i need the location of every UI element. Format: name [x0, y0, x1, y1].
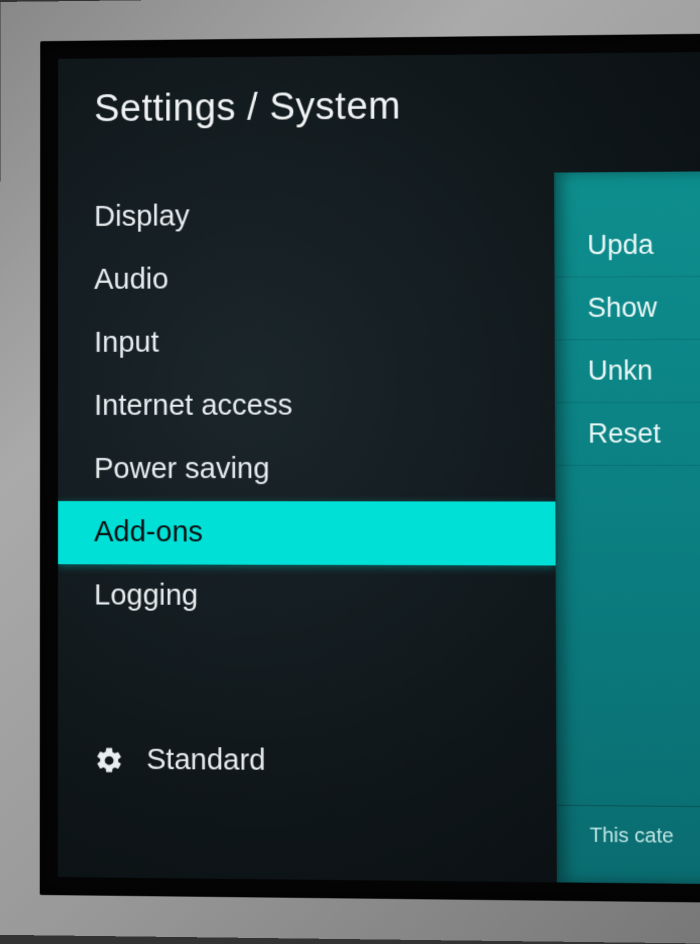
sidebar-item-internet-access[interactable]: Internet access: [58, 374, 555, 438]
tv-bezel: Settings / System Display Audio Input In…: [40, 34, 700, 903]
gear-icon: [94, 745, 124, 775]
sidebar-item-logging[interactable]: Logging: [58, 564, 556, 629]
settings-level-label: Standard: [146, 744, 265, 778]
content-area: Display Audio Input Internet access Powe…: [58, 182, 700, 885]
sidebar-item-input[interactable]: Input: [58, 310, 555, 375]
menu-list: Display Audio Input Internet access Powe…: [58, 183, 556, 676]
screen: Settings / System Display Audio Input In…: [58, 52, 700, 884]
sidebar-item-power-saving[interactable]: Power saving: [58, 438, 555, 502]
right-item-show[interactable]: Show: [557, 277, 700, 340]
breadcrumb: Settings / System: [58, 52, 700, 186]
left-panel: Display Audio Input Internet access Powe…: [58, 183, 557, 883]
right-panel-description: This cate: [559, 805, 700, 884]
tv-frame: Settings / System Display Audio Input In…: [0, 0, 700, 944]
right-item-unknown[interactable]: Unkn: [557, 340, 700, 403]
right-list: Upda Show Unkn Reset: [556, 171, 700, 466]
sidebar-item-display[interactable]: Display: [58, 183, 554, 249]
right-item-reset[interactable]: Reset: [557, 403, 700, 466]
right-item-updates[interactable]: Upda: [556, 214, 700, 278]
sidebar-item-audio[interactable]: Audio: [58, 246, 555, 312]
settings-level[interactable]: Standard: [58, 713, 557, 883]
right-panel: Upda Show Unkn Reset This cate: [554, 171, 700, 884]
sidebar-item-add-ons[interactable]: Add-ons: [58, 501, 556, 565]
